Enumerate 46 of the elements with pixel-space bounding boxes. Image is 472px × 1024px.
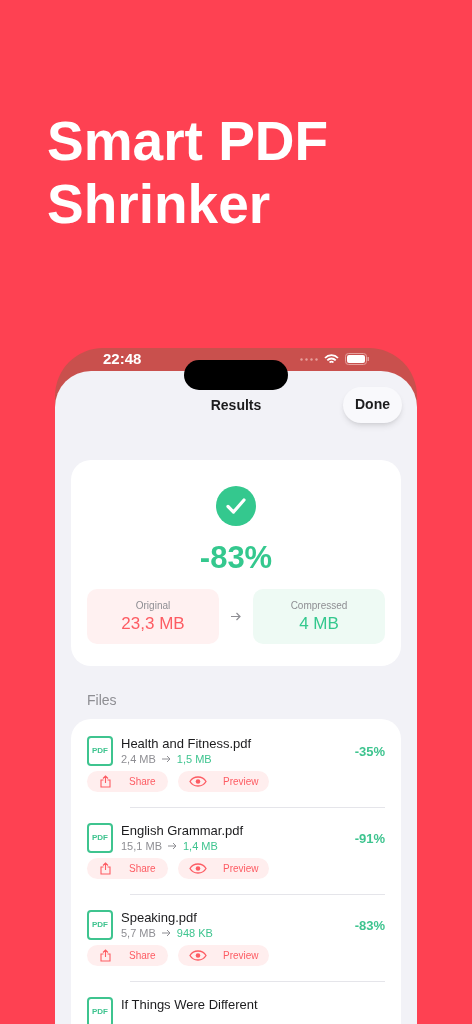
compressed-value: 4 MB bbox=[299, 612, 339, 635]
eye-icon bbox=[189, 862, 207, 874]
arrow-icon bbox=[161, 928, 171, 937]
signal-icon bbox=[300, 357, 318, 361]
arrow-icon bbox=[231, 611, 241, 621]
arrow-icon bbox=[167, 841, 177, 850]
files-header: Files bbox=[87, 690, 118, 710]
original-size: 15,1 MB bbox=[121, 838, 162, 853]
compressed-size: 1,4 MB bbox=[182, 838, 218, 853]
file-name: Speaking.pdf bbox=[121, 909, 198, 926]
pdf-file-icon: PDF bbox=[87, 822, 113, 853]
share-button[interactable]: Share bbox=[87, 857, 168, 879]
pdf-file-icon: PDF bbox=[87, 735, 113, 766]
pdf-file-icon: PDF bbox=[87, 909, 113, 940]
reduction-percent: -35% bbox=[354, 742, 385, 761]
share-button[interactable]: Share bbox=[87, 944, 168, 966]
share-icon bbox=[100, 861, 111, 875]
preview-button[interactable]: Preview bbox=[178, 770, 269, 792]
share-icon bbox=[100, 774, 111, 788]
reduction-percent: -83% bbox=[354, 916, 385, 935]
wifi-icon bbox=[324, 353, 339, 365]
eye-icon bbox=[189, 775, 207, 787]
arrow-icon bbox=[161, 754, 171, 763]
compressed-label: Compressed bbox=[290, 598, 348, 613]
file-name: English Grammar.pdf bbox=[121, 822, 245, 839]
original-size: 5,7 MB bbox=[121, 925, 156, 940]
file-name: Health and Fitness.pdf bbox=[121, 735, 253, 752]
eye-icon bbox=[189, 949, 207, 961]
done-button[interactable]: Done bbox=[343, 386, 402, 423]
reduction-percent: -91% bbox=[354, 829, 385, 848]
battery-icon bbox=[345, 353, 369, 366]
compressed-size: 1,5 MB bbox=[176, 751, 212, 766]
original-size: 2,4 MB bbox=[121, 751, 156, 766]
headline: Smart PDF Shrinker bbox=[46, 109, 330, 237]
sheet-title: Results bbox=[210, 396, 262, 415]
compressed-size: 948 KB bbox=[176, 925, 213, 940]
pdf-file-icon: PDF bbox=[87, 996, 113, 1024]
status-time: 22:48 bbox=[103, 349, 142, 369]
file-name: If Things Were Different bbox=[121, 996, 259, 1013]
share-button[interactable]: Share bbox=[87, 770, 168, 792]
share-icon bbox=[100, 948, 111, 962]
original-value: 23,3 MB bbox=[121, 612, 185, 635]
preview-button[interactable]: Preview bbox=[178, 857, 269, 879]
total-reduction: -83% bbox=[199, 539, 273, 576]
preview-button[interactable]: Preview bbox=[178, 944, 269, 966]
original-label: Original bbox=[135, 598, 171, 613]
